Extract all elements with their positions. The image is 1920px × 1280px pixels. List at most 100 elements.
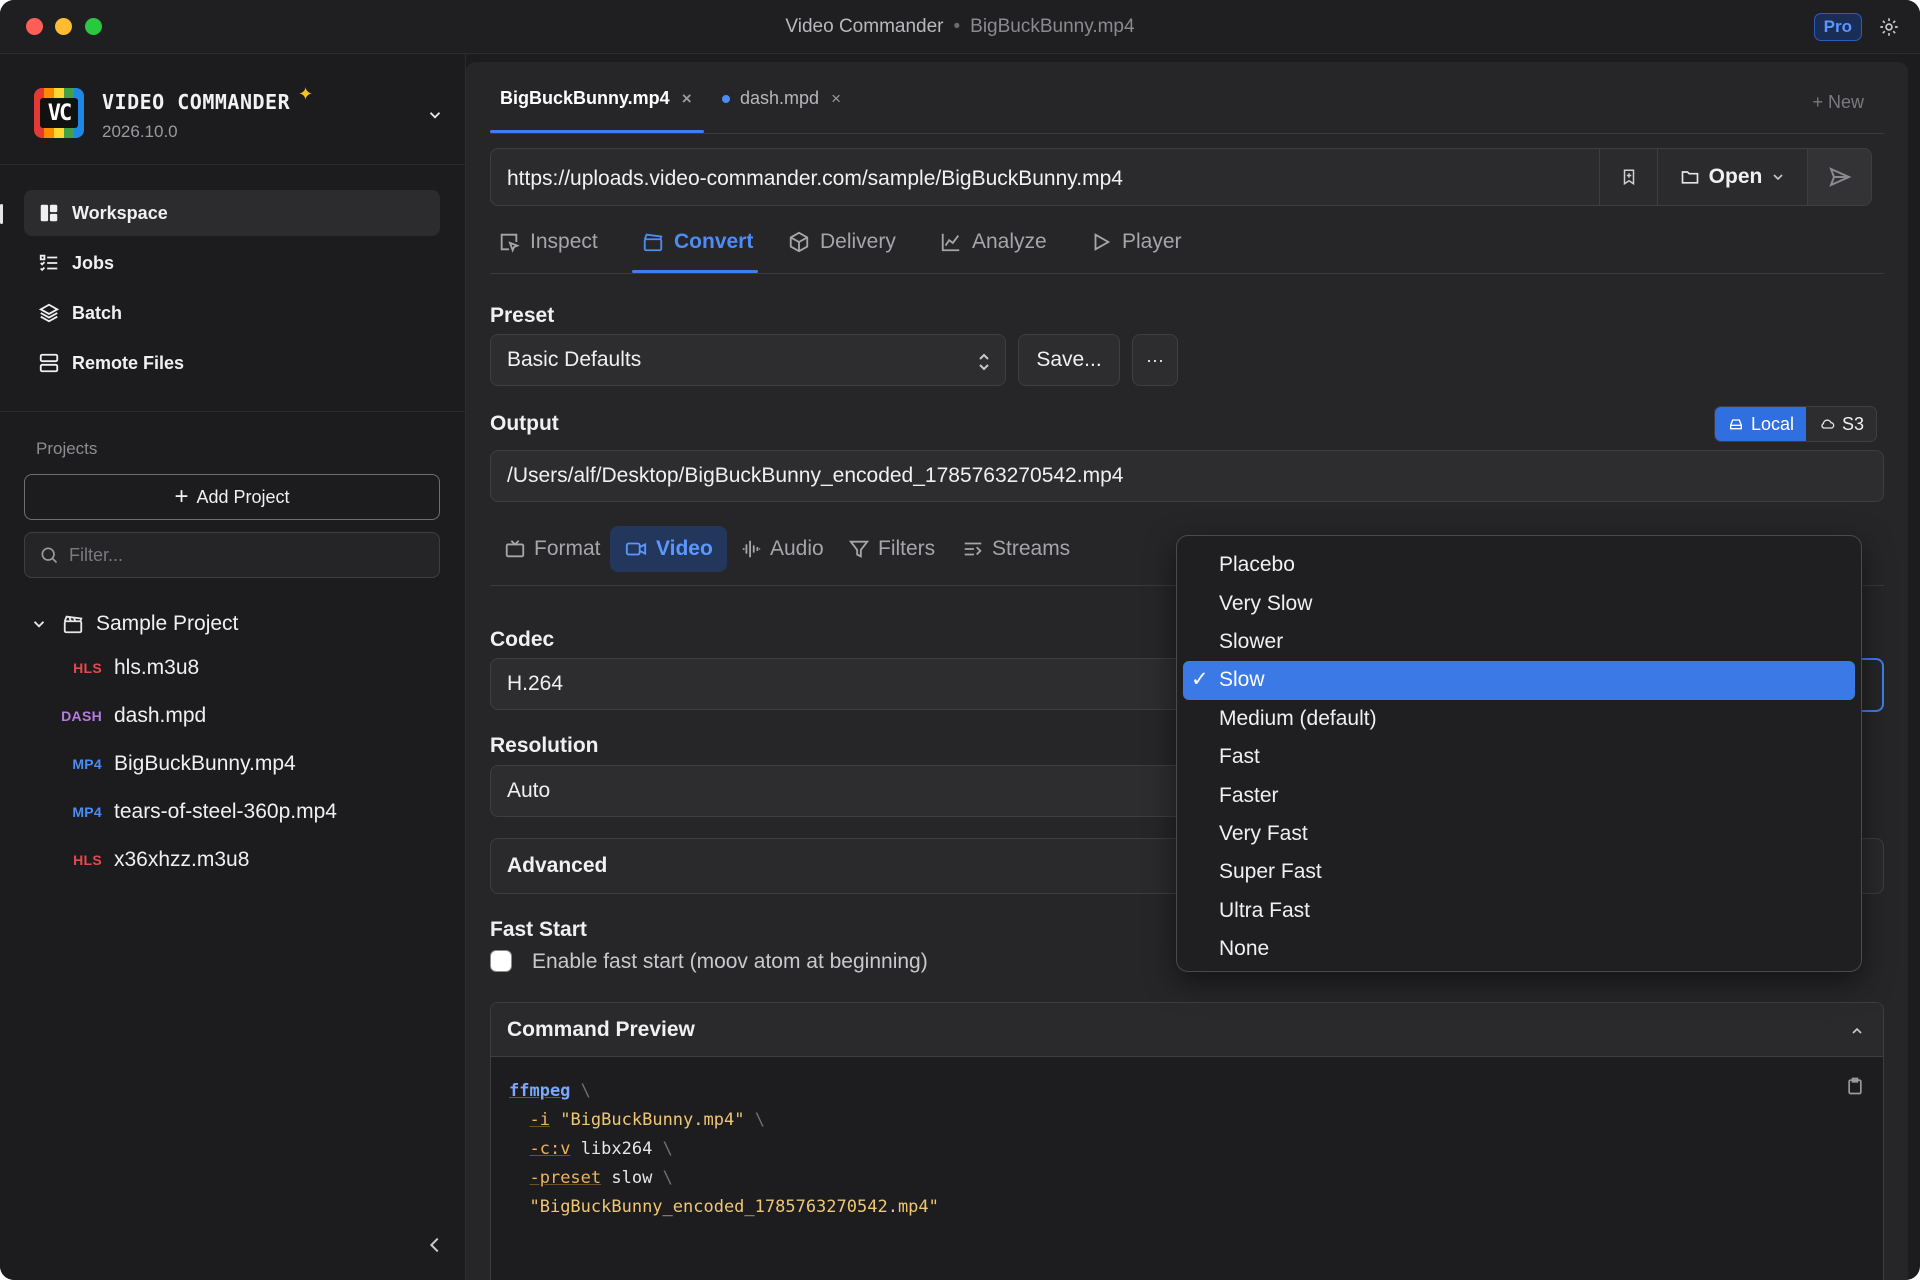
tab-inspect[interactable]: Inspect <box>498 230 598 254</box>
fast-start-checkbox[interactable] <box>490 950 512 972</box>
tab-player[interactable]: Player <box>1090 230 1182 254</box>
resolution-value: Auto <box>507 779 551 802</box>
tab-video[interactable]: Video <box>610 526 727 572</box>
add-project-label: Add Project <box>196 486 290 507</box>
dropdown-option[interactable]: Fast <box>1183 738 1855 776</box>
file-name: BigBuckBunny.mp4 <box>114 752 296 775</box>
codec-select[interactable]: H.264 <box>490 658 1210 710</box>
output-path-input[interactable]: /Users/alf/Desktop/BigBuckBunny_encoded_… <box>490 450 1884 502</box>
open-button[interactable]: Open <box>1657 149 1807 205</box>
filter-placeholder: Filter... <box>69 544 124 565</box>
dropdown-option[interactable]: None <box>1183 930 1855 968</box>
line-continuation: \ <box>754 1110 765 1130</box>
logo-text: VC <box>40 98 78 128</box>
advanced-label: Advanced <box>507 854 608 877</box>
line-continuation: \ <box>662 1139 673 1159</box>
convert-icon <box>643 233 663 252</box>
tab-label: Format <box>534 537 601 560</box>
projects-heading: Projects <box>36 439 98 458</box>
sidebar: VC VIDEO COMMANDER ✦ 2026.10.0 Workspace… <box>0 54 466 1280</box>
dropdown-option[interactable]: Medium (default) <box>1183 700 1855 738</box>
project-file-item[interactable]: DASH dash.mpd <box>30 692 450 740</box>
project-file-item[interactable]: MP4 tears-of-steel-360p.mp4 <box>30 788 450 836</box>
cmd-binary: ffmpeg <box>509 1081 571 1101</box>
url-input[interactable]: https://uploads.video-commander.com/samp… <box>507 167 1123 191</box>
speed-preset-dropdown: Placebo Very Slow Slower ✓ Slow Medium (d… <box>1176 535 1862 972</box>
project-folder[interactable]: Sample Project <box>30 604 450 644</box>
tab-label: Player <box>1122 230 1182 253</box>
title-bar: Video Commander • BigBuckBunny.mp4 Pro <box>0 0 1920 54</box>
preset-select[interactable]: Basic Defaults <box>490 334 1006 386</box>
gear-icon[interactable] <box>1878 16 1900 38</box>
add-project-button[interactable]: + Add Project <box>24 474 440 520</box>
dropdown-option[interactable]: Very Slow <box>1183 584 1855 622</box>
dropdown-option[interactable]: Faster <box>1183 776 1855 814</box>
dropdown-option[interactable]: Placebo <box>1183 546 1855 584</box>
file-name: x36xhzz.m3u8 <box>114 848 250 871</box>
dropdown-option[interactable]: Super Fast <box>1183 853 1855 891</box>
cmd-flag: -preset <box>529 1168 602 1188</box>
sidebar-item-remote-files[interactable]: Remote Files <box>24 340 440 386</box>
dropdown-option[interactable]: Slower <box>1183 623 1855 661</box>
option-label: Very Fast <box>1219 821 1308 845</box>
send-button[interactable] <box>1807 149 1871 205</box>
project-file-item[interactable]: MP4 BigBuckBunny.mp4 <box>30 740 450 788</box>
output-s3-button[interactable]: S3 <box>1806 407 1876 441</box>
command-preview-header[interactable]: Command Preview <box>491 1003 1883 1057</box>
close-tab-icon[interactable]: × <box>682 89 692 109</box>
tab-label: BigBuckBunny.mp4 <box>500 88 670 108</box>
dropdown-option-selected[interactable]: ✓ Slow <box>1183 661 1855 700</box>
tab-analyze[interactable]: Analyze <box>940 230 1047 254</box>
inspect-icon <box>500 233 520 253</box>
collapse-sidebar-icon[interactable] <box>424 1234 446 1256</box>
cmd-value: "BigBuckBunny.mp4" <box>560 1110 745 1130</box>
document-tabs: BigBuckBunny.mp4 × dash.mpd × + New <box>490 62 1884 134</box>
tab-convert[interactable]: Convert <box>642 230 753 254</box>
tab-label: Audio <box>770 537 824 560</box>
sidebar-nav: Workspace Jobs Batch Remote Files <box>24 190 440 390</box>
save-preset-button[interactable]: Save... <box>1018 334 1120 386</box>
option-label: Fast <box>1219 745 1260 769</box>
fast-start-checkbox-label[interactable]: Enable fast start (moov atom at beginnin… <box>532 950 928 974</box>
checkmark-icon: ✓ <box>1191 668 1209 692</box>
output-local-label: Local <box>1751 413 1795 434</box>
close-tab-icon[interactable]: × <box>831 89 841 109</box>
new-tab-button[interactable]: + New <box>1812 92 1864 113</box>
dropdown-option[interactable]: Ultra Fast <box>1183 892 1855 930</box>
tab-label: Inspect <box>530 230 598 253</box>
project-file-item[interactable]: HLS hls.m3u8 <box>30 644 450 692</box>
active-nav-indicator <box>0 204 3 224</box>
tab-filters[interactable]: Filters <box>834 526 949 572</box>
sidebar-item-workspace[interactable]: Workspace <box>24 190 440 236</box>
dropdown-option[interactable]: Very Fast <box>1183 815 1855 853</box>
filter-icon <box>848 540 870 558</box>
more-options-button[interactable]: ··· <box>1132 334 1178 386</box>
bookmark-button[interactable] <box>1599 149 1657 205</box>
layers-icon <box>38 303 60 323</box>
sidebar-item-jobs[interactable]: Jobs <box>24 240 440 286</box>
sidebar-item-batch[interactable]: Batch <box>24 290 440 336</box>
pro-badge[interactable]: Pro <box>1813 13 1862 41</box>
chevron-down-icon[interactable] <box>426 106 444 124</box>
output-local-button[interactable]: Local <box>1715 407 1807 441</box>
brand-switcher[interactable]: VC VIDEO COMMANDER ✦ 2026.10.0 <box>34 80 444 166</box>
tab-bigbuckbunny[interactable]: BigBuckBunny.mp4 × <box>500 88 692 109</box>
tab-delivery[interactable]: Delivery <box>788 230 896 254</box>
sidebar-item-label: Remote Files <box>72 352 185 373</box>
chevron-up-icon[interactable] <box>1849 1023 1865 1039</box>
tab-label: Streams <box>992 537 1071 560</box>
sidebar-item-label: Batch <box>72 302 123 323</box>
project-file-item[interactable]: HLS x36xhzz.m3u8 <box>30 836 450 884</box>
chevron-up-down-icon <box>979 353 989 371</box>
tab-dash-mpd[interactable]: dash.mpd × <box>722 88 841 109</box>
project-filter-input[interactable]: Filter... <box>24 532 440 578</box>
file-type-badge: HLS <box>73 852 102 868</box>
resolution-select[interactable]: Auto <box>490 765 1210 817</box>
tab-format[interactable]: Format <box>490 526 615 572</box>
folder-icon <box>1681 171 1698 184</box>
clipboard-icon[interactable] <box>1845 1075 1865 1097</box>
plus-icon: + <box>174 483 189 510</box>
tab-streams[interactable]: Streams <box>948 526 1084 572</box>
chevron-down-icon[interactable] <box>30 615 48 633</box>
tab-audio[interactable]: Audio <box>726 526 838 572</box>
